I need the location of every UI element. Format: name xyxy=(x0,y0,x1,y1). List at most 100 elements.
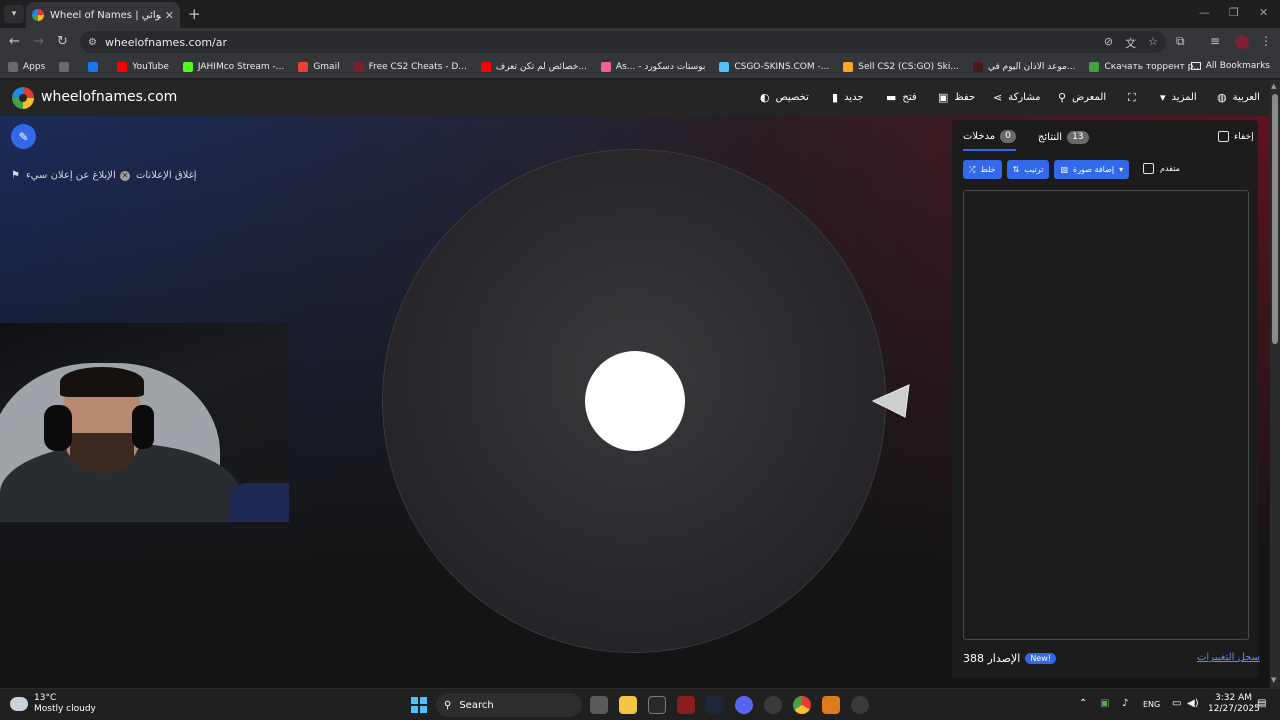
gallery-button[interactable]: ⚲ المعرض xyxy=(1058,91,1106,104)
forward-icon[interactable]: → xyxy=(33,34,44,49)
steam-icon[interactable] xyxy=(706,696,724,714)
tab-entries[interactable]: مدخلات 0 xyxy=(963,128,1016,151)
bookmark-item[interactable]: Sell CS2 (CS:GO) Ski... xyxy=(843,62,959,72)
scroll-thumb[interactable] xyxy=(1272,94,1278,344)
bookmark-item[interactable] xyxy=(59,62,74,72)
save-icon: ▣ xyxy=(938,91,949,104)
volume-icon[interactable]: ◀) xyxy=(1187,698,1199,709)
bookmark-item[interactable]: Gmail xyxy=(298,62,340,72)
all-bookmarks[interactable]: All Bookmarks xyxy=(1190,61,1270,71)
app-triangle-icon[interactable] xyxy=(677,696,695,714)
advanced-toggle[interactable]: متقدم xyxy=(1143,163,1180,174)
new-button[interactable]: ▮ جديد xyxy=(832,91,864,104)
extensions-icon[interactable]: ⧉ xyxy=(1176,34,1185,49)
hide-checkbox[interactable] xyxy=(1218,131,1229,142)
browser-tab[interactable]: Wheel of Names | اسم العشوائي ✕ xyxy=(26,2,180,28)
tab-results[interactable]: النتائج 13 xyxy=(1038,128,1089,151)
bookmark-label: JAHIMco Stream -... xyxy=(197,62,285,72)
open-label: فتح xyxy=(902,92,917,103)
wheel-center-button[interactable] xyxy=(585,351,685,451)
bookmark-star-icon[interactable]: ☆ xyxy=(1148,35,1158,51)
app-circle-icon[interactable] xyxy=(764,696,782,714)
close-window-icon[interactable]: ✕ xyxy=(1259,6,1268,19)
fullscreen-button[interactable]: ⛶ xyxy=(1128,91,1136,105)
folder-icon xyxy=(1190,62,1201,70)
reload-icon[interactable]: ↻ xyxy=(57,34,68,49)
bookmark-favicon-icon xyxy=(88,62,99,72)
bookmark-favicon-icon xyxy=(1089,62,1100,72)
customize-button[interactable]: ◐ تخصيص xyxy=(760,91,809,104)
wheel-logo-icon[interactable] xyxy=(12,87,34,109)
report-ad-link[interactable]: ⚑ الإبلاغ عن إعلان سيء xyxy=(11,170,116,181)
app-orange-icon[interactable] xyxy=(822,696,840,714)
bookmark-item[interactable]: Free CS2 Cheats - D... xyxy=(353,62,467,72)
save-button[interactable]: ▣ حفظ xyxy=(938,91,975,104)
weather-temp: 13°C xyxy=(34,693,57,703)
site-header: wheelofnames.com ◐ تخصيص ▮ جديد ▬ فتح ▣ … xyxy=(0,80,1270,116)
weather-desc: Mostly cloudy xyxy=(34,704,96,714)
browser-toolbar: ← → ↻ ⚙ wheelofnames.com/ar ⊘ 文 ☆ ⧉ ≡ ⋮ xyxy=(0,28,1280,56)
address-bar[interactable]: ⚙ wheelofnames.com/ar ⊘ 文 ☆ xyxy=(80,31,1166,53)
tray-overflow-icon[interactable]: ⌃ xyxy=(1079,698,1087,709)
app-g-icon[interactable] xyxy=(648,696,666,714)
discord-icon[interactable] xyxy=(735,696,753,714)
start-button[interactable] xyxy=(411,697,427,713)
file-explorer-icon[interactable] xyxy=(619,696,637,714)
language-button[interactable]: ◍ العربية xyxy=(1217,91,1260,104)
scroll-down-icon[interactable]: ▼ xyxy=(1271,676,1276,684)
bookmark-item[interactable]: JAHIMco Stream -... xyxy=(182,62,285,72)
bookmark-item[interactable]: YouTube xyxy=(117,62,169,72)
entries-textarea[interactable] xyxy=(963,190,1249,640)
close-ads-link[interactable]: ✕ إغلاق الإعلانات xyxy=(120,170,197,181)
task-view-icon[interactable] xyxy=(590,696,608,714)
eye-off-icon[interactable]: ⊘ xyxy=(1104,35,1113,51)
bookmark-label: YouTube xyxy=(132,62,169,72)
language-indicator[interactable]: ENG xyxy=(1143,700,1160,709)
bookmark-item[interactable]: خصائص لم تكن تعرف... xyxy=(480,62,587,72)
chrome-menu-icon[interactable]: ⋮ xyxy=(1260,34,1272,48)
reading-list-icon[interactable]: ≡ xyxy=(1210,34,1220,48)
hide-toggle[interactable]: إخفاء xyxy=(1218,131,1254,142)
microphone-icon[interactable]: ♪ xyxy=(1122,698,1128,709)
changelog-link[interactable]: سجل التغييرات xyxy=(1197,652,1260,663)
restore-icon[interactable]: ❐ xyxy=(1229,6,1239,19)
tab-search-button[interactable]: ▾ xyxy=(4,5,24,23)
bookmark-item[interactable]: Apps xyxy=(8,62,45,72)
tray-app-icon[interactable]: ▣ xyxy=(1100,698,1109,709)
tab-title: Wheel of Names | اسم العشوائي xyxy=(50,9,161,21)
edit-button[interactable]: ✎ xyxy=(11,124,36,149)
minimize-icon[interactable]: — xyxy=(1199,6,1210,19)
bookmark-item[interactable]: Скачать торрент р... xyxy=(1089,62,1202,72)
page-scrollbar[interactable]: ▲ ▼ xyxy=(1270,80,1280,688)
more-button[interactable]: ▾ المزيد xyxy=(1160,91,1197,104)
tab-strip: ▾ Wheel of Names | اسم العشوائي ✕ + — ❐ … xyxy=(0,0,1280,28)
url-text: wheelofnames.com/ar xyxy=(104,35,228,49)
open-button[interactable]: ▬ فتح xyxy=(886,91,917,104)
bookmark-item[interactable] xyxy=(88,62,103,72)
notification-icon[interactable]: ▤ xyxy=(1257,698,1266,709)
scroll-up-icon[interactable]: ▲ xyxy=(1271,82,1276,90)
profile-avatar[interactable] xyxy=(1235,35,1249,49)
network-icon[interactable]: ▭ xyxy=(1172,698,1181,709)
bookmark-item[interactable]: As... - بوستات دسكورد xyxy=(600,62,706,72)
advanced-checkbox[interactable] xyxy=(1143,163,1154,174)
taskbar-search[interactable]: ⚲ Search xyxy=(436,693,582,717)
sort-button[interactable]: ⇅ ترتيب xyxy=(1006,160,1050,179)
clock[interactable]: 3:32 AM 12/27/2025 xyxy=(1208,693,1260,715)
settings-icon[interactable] xyxy=(851,696,869,714)
translate-icon[interactable]: 文 xyxy=(1125,35,1136,51)
chrome-icon[interactable] xyxy=(793,696,811,714)
back-icon[interactable]: ← xyxy=(9,34,20,49)
weather-widget[interactable]: 13°C Mostly cloudy xyxy=(10,693,96,715)
site-name[interactable]: wheelofnames.com xyxy=(41,89,177,105)
site-info-icon[interactable]: ⚙ xyxy=(88,37,97,48)
shuffle-button[interactable]: ⤮ خلط xyxy=(963,160,1002,179)
tab-close-icon[interactable]: ✕ xyxy=(165,9,174,22)
bookmark-item[interactable]: موعد الاذان اليوم في... xyxy=(972,62,1075,72)
bookmark-item[interactable]: CSGO-SKINS.COM -... xyxy=(719,62,829,72)
add-image-button[interactable]: ▨ إضافة صورة ▾ xyxy=(1054,160,1130,179)
share-button[interactable]: ⋖ مشاركة xyxy=(993,91,1041,104)
bookmark-favicon-icon xyxy=(8,62,18,72)
new-tab-icon[interactable]: + xyxy=(188,5,201,23)
bookmark-label: As... - بوستات دسكورد xyxy=(615,62,706,72)
